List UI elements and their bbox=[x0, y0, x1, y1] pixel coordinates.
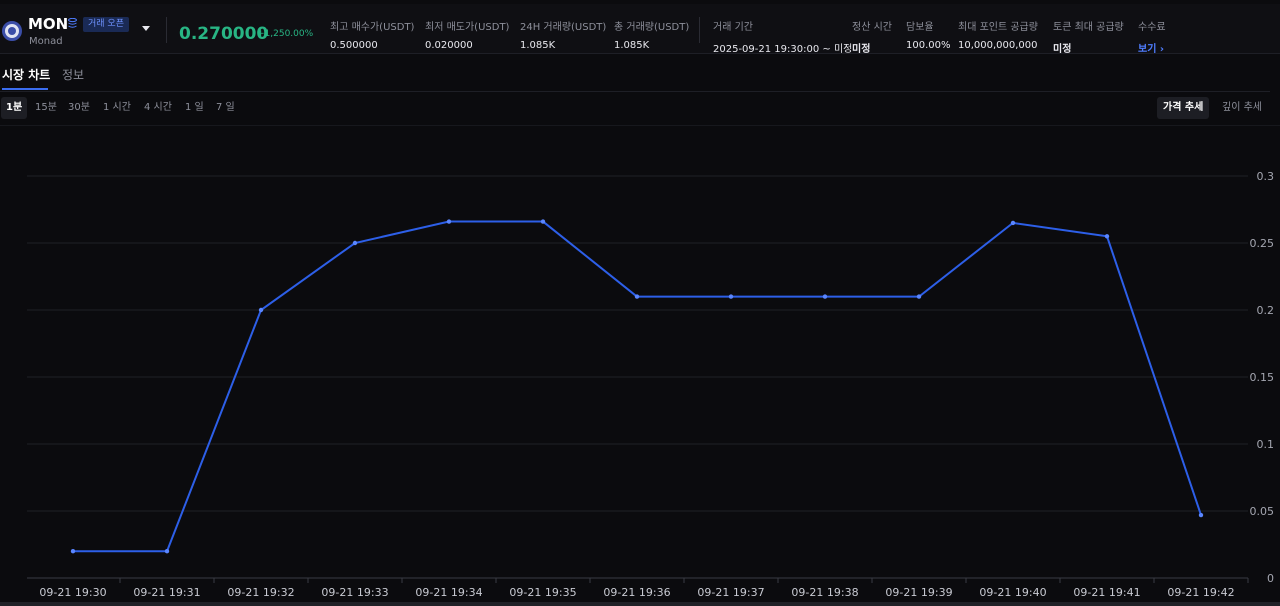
x-tick-label: 09-21 19:34 bbox=[415, 586, 482, 599]
monad-logo-icon bbox=[2, 21, 22, 41]
stat-label: 최저 매도가(USDT) bbox=[425, 22, 510, 33]
price-chart[interactable]: 0 0.05 0.1 0.15 0.2 0.25 0.3 09-21 19:30 09-21 … bbox=[0, 126, 1280, 602]
x-tick-label: 09-21 19:30 bbox=[39, 586, 106, 599]
x-tick-label: 09-21 19:37 bbox=[697, 586, 764, 599]
stat-total-volume: 총 거래량(USDT) 1.085K bbox=[614, 18, 689, 51]
data-point[interactable] bbox=[258, 307, 264, 313]
x-tick-label: 09-21 19:35 bbox=[509, 586, 576, 599]
token-name: Monad bbox=[29, 36, 63, 47]
stat-value: 10,000,000,000 bbox=[958, 40, 1038, 51]
stat-fees: 수수료 보기 › bbox=[1138, 18, 1166, 55]
view-fees-link[interactable]: 보기 › bbox=[1138, 40, 1166, 55]
data-point[interactable] bbox=[352, 240, 358, 246]
interval-15m[interactable]: 15분 bbox=[30, 97, 62, 119]
stat-label: 최대 포인트 공급량 bbox=[958, 22, 1038, 33]
data-point[interactable] bbox=[1010, 220, 1016, 226]
stat-label: 총 거래량(USDT) bbox=[614, 22, 690, 33]
active-tab-indicator bbox=[2, 88, 48, 90]
stat-value: 100.00% bbox=[906, 40, 951, 51]
x-tick-label: 09-21 19:32 bbox=[227, 586, 294, 599]
data-point[interactable] bbox=[164, 549, 170, 554]
chevron-right-icon: › bbox=[1159, 44, 1165, 55]
last-price: 0.270000 bbox=[179, 24, 269, 44]
depth-trend-button[interactable]: 깊이 추세 bbox=[1216, 97, 1268, 119]
market-header: MON Monad 거래 오픈 0.270000 +1,250.00% 최고 매… bbox=[0, 4, 1280, 55]
y-tick-label: 0.2 bbox=[1257, 304, 1275, 317]
stat-best-ask: 최저 매도가(USDT) 0.020000 bbox=[425, 18, 509, 51]
y-tick-label: 0.15 bbox=[1250, 371, 1275, 384]
data-point[interactable] bbox=[70, 549, 76, 554]
data-point[interactable] bbox=[446, 219, 452, 224]
stat-best-bid: 최고 매수가(USDT) 0.500000 bbox=[330, 18, 414, 51]
interval-1h[interactable]: 1 시간 bbox=[98, 97, 136, 119]
data-point[interactable] bbox=[728, 294, 734, 299]
interval-7d[interactable]: 7 일 bbox=[211, 97, 240, 119]
stat-value: 1.085K bbox=[614, 40, 650, 51]
stat-value: 1.085K bbox=[520, 40, 556, 51]
y-tick-label: 0 bbox=[1267, 572, 1274, 585]
stat-value: 미정 bbox=[1053, 44, 1072, 55]
stat-value: 0.500000 bbox=[330, 40, 378, 51]
header-divider bbox=[166, 17, 167, 43]
price-change: +1,250.00% bbox=[257, 29, 314, 39]
price-series-line bbox=[73, 220, 1202, 553]
x-tick-label: 09-21 19:36 bbox=[603, 586, 670, 599]
stat-value: 0.020000 bbox=[425, 40, 473, 51]
x-tick-label: 09-21 19:39 bbox=[885, 586, 952, 599]
header-divider bbox=[699, 17, 700, 43]
status-badge: 거래 오픈 bbox=[83, 17, 129, 32]
stat-label: 담보율 bbox=[906, 22, 934, 33]
stat-value: 미정 bbox=[852, 44, 871, 55]
stat-24h-volume: 24H 거래량(USDT) 1.085K bbox=[520, 18, 606, 51]
chart-tabs: 시장 차트 정보 bbox=[0, 64, 1270, 92]
chevron-down-icon[interactable] bbox=[142, 26, 150, 31]
interval-4h[interactable]: 4 시간 bbox=[139, 97, 177, 119]
stat-max-token-supply: 토큰 최대 공급량 미정 bbox=[1053, 18, 1124, 55]
data-point[interactable] bbox=[916, 294, 922, 299]
price-trend-button[interactable]: 가격 추세 bbox=[1157, 97, 1210, 119]
stat-label: 24H 거래량(USDT) bbox=[520, 22, 607, 33]
tab-market-chart[interactable]: 시장 차트 bbox=[2, 66, 50, 83]
stat-label: 정산 시간 bbox=[852, 22, 892, 33]
token-symbol: MON bbox=[28, 15, 69, 33]
data-point[interactable] bbox=[1104, 234, 1110, 239]
y-tick-label: 0.05 bbox=[1250, 505, 1275, 518]
y-tick-label: 0.3 bbox=[1257, 170, 1275, 183]
data-point[interactable] bbox=[822, 294, 828, 299]
data-point[interactable] bbox=[1198, 512, 1204, 518]
stat-value: 2025-09-21 19:30:00 ~ 미정 bbox=[713, 44, 853, 55]
stack-icon bbox=[68, 18, 77, 28]
x-tick-label: 09-21 19:40 bbox=[979, 586, 1046, 599]
view-fees-label: 보기 bbox=[1138, 44, 1157, 55]
stat-collateral-ratio: 담보율 100.00% bbox=[906, 18, 951, 51]
stat-label: 거래 기간 bbox=[713, 22, 753, 33]
stat-trading-period: 거래 기간 2025-09-21 19:30:00 ~ 미정 bbox=[713, 18, 852, 55]
stat-max-points-supply: 최대 포인트 공급량 10,000,000,000 bbox=[958, 18, 1038, 51]
stat-label: 수수료 bbox=[1138, 22, 1166, 33]
x-tick-label: 09-21 19:42 bbox=[1167, 586, 1234, 599]
x-tick-label: 09-21 19:31 bbox=[133, 586, 200, 599]
data-point[interactable] bbox=[540, 219, 546, 224]
data-point[interactable] bbox=[634, 294, 640, 299]
y-tick-label: 0.25 bbox=[1250, 237, 1275, 250]
stat-label: 최고 매수가(USDT) bbox=[330, 22, 415, 33]
interval-1d[interactable]: 1 일 bbox=[180, 97, 209, 119]
y-tick-label: 0.1 bbox=[1257, 438, 1275, 451]
interval-1m[interactable]: 1분 bbox=[1, 97, 28, 119]
x-tick-label: 09-21 19:41 bbox=[1073, 586, 1140, 599]
stat-label: 토큰 최대 공급량 bbox=[1053, 22, 1124, 33]
stat-settlement-time: 정산 시간 미정 bbox=[852, 18, 892, 55]
interval-30m[interactable]: 30분 bbox=[63, 97, 95, 119]
x-tick-label: 09-21 19:38 bbox=[791, 586, 858, 599]
bottom-bar bbox=[0, 602, 1280, 606]
x-tick-label: 09-21 19:33 bbox=[321, 586, 388, 599]
tab-info[interactable]: 정보 bbox=[62, 66, 84, 83]
